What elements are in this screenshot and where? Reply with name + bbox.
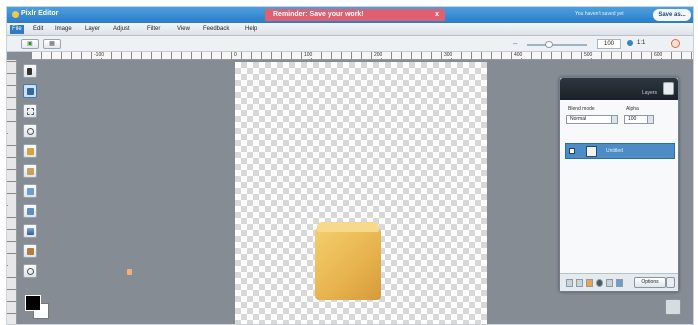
menu-edit[interactable]: Edit bbox=[31, 25, 45, 34]
zoom-slider-handle[interactable] bbox=[545, 41, 553, 48]
ruler-tick: 500 bbox=[583, 52, 594, 58]
ruler-tick: 600 bbox=[653, 52, 664, 58]
crop-icon bbox=[27, 88, 34, 95]
layer-visibility-checkbox[interactable] bbox=[569, 148, 575, 154]
layer-options-button[interactable]: Options bbox=[634, 277, 666, 288]
ruler-tick: -100 bbox=[93, 52, 106, 58]
link-layers-icon[interactable] bbox=[566, 279, 573, 287]
zoom-fit-label[interactable]: 1:1 bbox=[637, 40, 645, 46]
new-layer-icon[interactable] bbox=[606, 279, 613, 287]
tool-crop[interactable] bbox=[23, 84, 37, 98]
menu-view[interactable]: View bbox=[175, 25, 192, 34]
save-status-text: You haven't saved yet bbox=[575, 11, 624, 17]
cube-top bbox=[317, 222, 379, 232]
fill-icon bbox=[27, 208, 34, 215]
help-icon[interactable] bbox=[671, 39, 680, 48]
ruler-tick: 100 bbox=[303, 52, 314, 58]
tool-fill[interactable] bbox=[23, 204, 37, 218]
options-arrow-icon[interactable] bbox=[666, 277, 675, 288]
zoom-slider[interactable] bbox=[527, 44, 587, 46]
tool-eraser[interactable] bbox=[23, 184, 37, 198]
gradient-icon bbox=[27, 228, 34, 235]
open-image-button[interactable]: ▦ bbox=[43, 39, 61, 49]
blend-mode-value: Normal bbox=[570, 116, 587, 122]
brush-icon bbox=[27, 168, 34, 175]
horizontal-ruler: -100 0 100 200 300 400 500 600 bbox=[31, 52, 693, 60]
ruler-tick: 200 bbox=[373, 52, 384, 58]
save-reminder-banner[interactable]: Reminder: Save your work! x bbox=[265, 9, 445, 21]
blend-mode-select[interactable]: Normal bbox=[566, 115, 618, 124]
tool-lasso[interactable] bbox=[23, 124, 37, 138]
layer-row[interactable]: Untitled bbox=[565, 143, 675, 159]
tool-select[interactable] bbox=[23, 64, 37, 78]
menu-bar: File Edit Image Layer Adjust Filter View… bbox=[7, 23, 693, 36]
zoom-out-icon[interactable]: – bbox=[513, 39, 517, 48]
tool-gradient[interactable] bbox=[23, 224, 37, 238]
close-reminder-icon[interactable]: x bbox=[435, 9, 439, 21]
alpha-label: Alpha bbox=[626, 106, 639, 112]
ruler-tick: 300 bbox=[443, 52, 454, 58]
zoom-icon bbox=[27, 268, 34, 275]
blend-mode-label: Blend mode bbox=[568, 106, 595, 112]
layers-footer: Options bbox=[560, 273, 678, 291]
layers-panel: Layers Blend mode Alpha Normal 100 Untit… bbox=[559, 77, 679, 292]
ruler-marker bbox=[8, 265, 16, 273]
zoom-fit-icon[interactable] bbox=[627, 40, 633, 46]
menu-filter[interactable]: Filter bbox=[145, 25, 162, 34]
menu-help[interactable]: Help bbox=[243, 25, 259, 34]
ruler-marker bbox=[8, 130, 16, 138]
select-icon bbox=[27, 68, 32, 75]
cube-face bbox=[315, 228, 381, 300]
save-as-button[interactable]: Save as... bbox=[653, 9, 691, 21]
tools-panel bbox=[21, 64, 43, 314]
stamp-icon bbox=[27, 248, 34, 255]
marquee-icon bbox=[27, 108, 34, 115]
tool-stamp[interactable] bbox=[23, 244, 37, 258]
options-toolbar: ▣ ▦ – 100 1:1 bbox=[7, 36, 693, 52]
layers-header: Layers bbox=[560, 78, 678, 100]
new-image-icon: ▣ bbox=[27, 41, 33, 47]
menu-file[interactable]: File bbox=[10, 25, 24, 34]
layer-name: Untitled bbox=[606, 148, 623, 154]
tool-zoom[interactable] bbox=[23, 264, 37, 278]
zoom-input[interactable]: 100 bbox=[597, 39, 621, 49]
mouse-cursor bbox=[127, 269, 132, 275]
title-bar: Pixlr Editor Reminder: Save your work! x… bbox=[7, 7, 693, 23]
adjustment-icon[interactable] bbox=[596, 279, 603, 287]
menu-layer[interactable]: Layer bbox=[83, 25, 102, 34]
ruler-tick: 0 bbox=[233, 52, 238, 58]
menu-image[interactable]: Image bbox=[53, 25, 74, 34]
ruler-marker bbox=[8, 200, 16, 208]
app-name: Pixlr Editor bbox=[21, 10, 59, 17]
chevron-down-icon bbox=[611, 116, 617, 123]
new-image-button[interactable]: ▣ bbox=[21, 39, 39, 49]
ruler-tick: 400 bbox=[513, 52, 524, 58]
alpha-stepper-icon[interactable] bbox=[647, 116, 653, 123]
navigator-icon[interactable] bbox=[665, 299, 681, 315]
layers-title: Layers bbox=[642, 90, 658, 96]
menu-adjust[interactable]: Adjust bbox=[111, 25, 132, 34]
tool-pencil[interactable] bbox=[23, 144, 37, 158]
layer-thumbnail bbox=[586, 146, 597, 157]
lasso-icon bbox=[27, 128, 34, 135]
app-window: Pixlr Editor Reminder: Save your work! x… bbox=[6, 6, 694, 325]
pencil-icon bbox=[27, 148, 34, 155]
app-logo-icon bbox=[12, 11, 19, 18]
tool-brush[interactable] bbox=[23, 164, 37, 178]
image-canvas[interactable] bbox=[235, 62, 487, 324]
layer-mask-icon[interactable] bbox=[586, 279, 593, 287]
foreground-color-swatch[interactable] bbox=[25, 295, 41, 311]
reminder-text: Reminder: Save your work! bbox=[273, 11, 364, 18]
layer-style-icon[interactable] bbox=[576, 279, 583, 287]
layers-collapse-icon[interactable] bbox=[663, 82, 674, 95]
eraser-icon bbox=[27, 188, 34, 195]
open-image-icon: ▦ bbox=[49, 41, 55, 47]
alpha-input[interactable]: 100 bbox=[624, 115, 654, 124]
delete-layer-icon[interactable] bbox=[616, 279, 623, 287]
tool-marquee[interactable] bbox=[23, 104, 37, 118]
alpha-value: 100 bbox=[628, 116, 637, 122]
vertical-ruler bbox=[7, 60, 17, 324]
menu-feedback[interactable]: Feedback bbox=[201, 25, 231, 34]
cube-image bbox=[315, 222, 381, 300]
